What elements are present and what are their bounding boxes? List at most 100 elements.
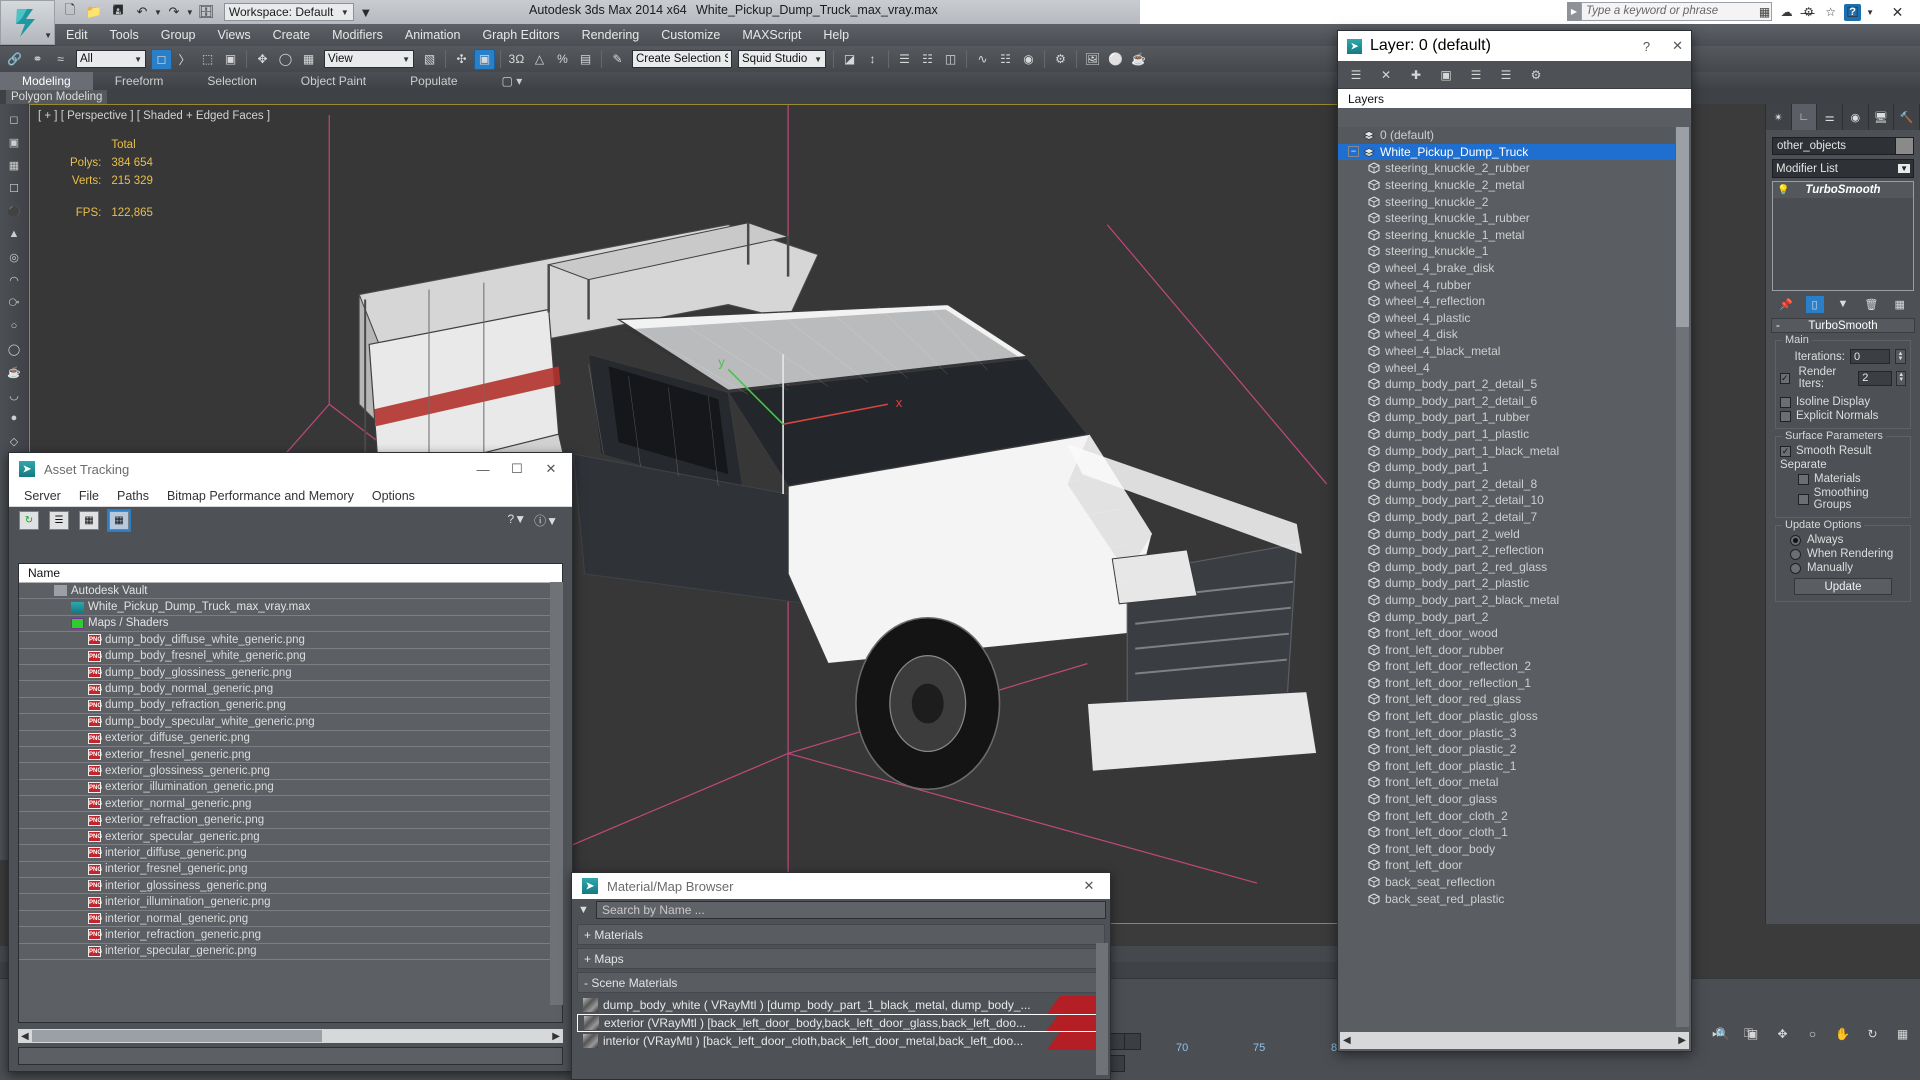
delete-layer-icon[interactable]: ✕ [1376, 65, 1396, 85]
snap-toggle-icon[interactable]: ✣ [451, 49, 472, 70]
turbosmooth-rollout-header[interactable]: - TurboSmooth [1771, 318, 1915, 333]
layer-object-row[interactable]: dump_body_part_1_black_metal [1338, 442, 1675, 459]
tool-helix-icon[interactable]: ⧂ [3, 292, 25, 314]
modifier-list-dropdown[interactable]: Modifier List ▼ [1772, 159, 1914, 178]
modifier-stack-item-turbosmooth[interactable]: 💡 TurboSmooth [1773, 182, 1913, 198]
make-unique-icon[interactable]: ▼ [1834, 296, 1852, 313]
zoom-extents-icon[interactable]: ✥ [1772, 1023, 1793, 1044]
show-end-result-icon[interactable]: ▯ [1805, 295, 1824, 313]
undo-dropdown-icon[interactable]: ▼ [154, 8, 162, 17]
layer-object-row[interactable]: wheel_4_disk [1338, 326, 1675, 343]
material-browser-options-icon[interactable]: ▼ [576, 903, 591, 918]
application-menu-button[interactable]: ▼ [0, 0, 55, 45]
iterations-field[interactable]: 0 [1850, 349, 1890, 364]
separate-smoothing-groups-checkbox[interactable] [1798, 493, 1809, 505]
tool-teapot-icon[interactable]: ☕ [3, 361, 25, 383]
orbit-icon[interactable]: ↻ [1862, 1023, 1883, 1044]
use-pivot-center-icon[interactable]: ▧ [419, 49, 440, 70]
layer-object-row[interactable]: dump_body_part_1_rubber [1338, 409, 1675, 426]
select-by-name-icon[interactable]: 〉 [174, 49, 195, 70]
select-and-move-icon[interactable]: ✥ [252, 49, 273, 70]
layer-explorer-scrollbar[interactable] [1676, 127, 1689, 1027]
asset-row[interactable]: PNG exterior_normal_generic.png [19, 796, 562, 813]
asset-row[interactable]: Maps / Shaders [19, 616, 562, 633]
update-when-rendering-radio[interactable] [1790, 548, 1801, 560]
tab-motion[interactable]: ◉ [1843, 104, 1869, 130]
add-layer-icon[interactable]: ✚ [1406, 65, 1426, 85]
smooth-result-checkbox[interactable]: ✓ [1780, 445, 1791, 457]
tool-cylinder-icon[interactable]: ◻ [3, 108, 25, 130]
rollout-collapse-icon[interactable]: - [1776, 319, 1780, 333]
render-iterative-icon[interactable]: ☕ [1128, 49, 1149, 70]
remove-modifier-icon[interactable]: 🗑 [1862, 296, 1880, 313]
ribbon-toggle-icon[interactable]: ◫ [940, 49, 961, 70]
layer-explorer-title-bar[interactable]: ➤ Layer: 0 (default) ? ✕ [1338, 31, 1691, 61]
asset-tracking-window[interactable]: ➤ Asset Tracking — ☐ ✕ Server File Paths Bi… [8, 452, 573, 1072]
layer-object-row[interactable]: front_left_door_red_glass [1338, 691, 1675, 708]
tab-display[interactable]: 🖥 [1869, 104, 1895, 130]
tool-box-icon[interactable]: ☐ [3, 177, 25, 199]
mirror-icon[interactable]: ◪ [839, 49, 860, 70]
schematic-view-icon[interactable]: ☷ [995, 49, 1016, 70]
layer-object-row[interactable]: steering_knuckle_2_rubber [1338, 160, 1675, 177]
asset-tracking-close-button[interactable]: ✕ [534, 453, 568, 485]
separate-materials-checkbox[interactable] [1798, 473, 1809, 485]
layer-object-row[interactable]: dump_body_part_1 [1338, 459, 1675, 476]
layer-object-row[interactable]: steering_knuckle_2 [1338, 193, 1675, 210]
modifier-stack[interactable]: 💡 TurboSmooth [1772, 181, 1914, 291]
object-color-swatch[interactable] [1895, 137, 1914, 155]
layer-object-row[interactable]: front_left_door_plastic_1 [1338, 758, 1675, 775]
select-and-rotate-icon[interactable]: ◯ [275, 49, 296, 70]
workspace-selector[interactable]: Workspace: Default ▼ [223, 3, 354, 21]
percent-snap-icon[interactable]: 3Ω [506, 49, 527, 70]
named-selection-icon[interactable]: % [552, 49, 573, 70]
tool-torus-icon[interactable]: ◎ [3, 246, 25, 268]
layer-object-row[interactable]: dump_body_part_2_plastic [1338, 575, 1675, 592]
tool-cone-icon[interactable]: ▲ [3, 223, 25, 245]
layer-object-row[interactable]: front_left_door_plastic_gloss [1338, 708, 1675, 725]
layer-object-row[interactable]: front_left_door_plastic_3 [1338, 724, 1675, 741]
material-search-input[interactable]: Search by Name ... [596, 901, 1106, 919]
select-and-scale-icon[interactable]: ▦ [298, 49, 319, 70]
bind-space-warp-icon[interactable]: ≈ [50, 49, 71, 70]
layer-object-row[interactable]: dump_body_part_2_detail_10 [1338, 492, 1675, 509]
layer-row[interactable]: − White_Pickup_Dump_Truck [1338, 143, 1675, 161]
selection-filter-combo[interactable]: All ▼ [76, 50, 146, 68]
asset-row[interactable]: PNG interior_fresnel_generic.png [19, 862, 562, 879]
asset-row[interactable]: PNG dump_body_normal_generic.png [19, 681, 562, 698]
layer-object-row[interactable]: front_left_door_rubber [1338, 641, 1675, 658]
layer-object-row[interactable]: front_left_door_metal [1338, 774, 1675, 791]
asset-row-list[interactable]: Autodesk Vault White_Pickup_Dump_Truck_ma… [19, 583, 562, 960]
select-objects-in-layer-icon[interactable]: ☰ [1466, 65, 1486, 85]
layer-row[interactable]: 0 (default) [1338, 127, 1675, 144]
refresh-icon[interactable]: ↻ [19, 510, 39, 530]
grid-apps-icon[interactable]: ▦ [1756, 4, 1773, 21]
layer-object-row[interactable]: wheel_4_rubber [1338, 276, 1675, 293]
layer-object-row[interactable]: steering_knuckle_1_metal [1338, 227, 1675, 244]
layer-object-row[interactable]: front_left_door_reflection_2 [1338, 658, 1675, 675]
tab-utilities[interactable]: 🔨 [1894, 104, 1920, 130]
asset-row[interactable]: PNG interior_specular_generic.png [19, 944, 562, 960]
asset-vertical-scrollbar[interactable] [550, 582, 563, 1005]
render-frame-window-icon[interactable]: 🖼 [1082, 49, 1103, 70]
render-iters-checkbox[interactable]: ✓ [1780, 372, 1790, 384]
asset-row[interactable]: PNG exterior_glossiness_generic.png [19, 763, 562, 780]
render-iters-spinner[interactable]: ▲ ▼ [1896, 370, 1906, 386]
search-input[interactable]: Type a keyword or phrase [1581, 2, 1772, 21]
layer-object-row[interactable]: dump_body_part_1_plastic [1338, 426, 1675, 443]
highlight-selected-icon[interactable]: ☰ [1496, 65, 1516, 85]
asset-row[interactable]: PNG dump_body_fresnel_white_generic.png [19, 649, 562, 665]
curve-editor-icon[interactable]: ∿ [972, 49, 993, 70]
asset-scroll-left-icon[interactable]: ◀ [18, 1031, 29, 1042]
asset-row[interactable]: PNG dump_body_specular_white_generic.png [19, 714, 562, 731]
zoom-all-icon[interactable]: ▣ [1742, 1023, 1763, 1044]
asset-row[interactable]: PNG exterior_specular_generic.png [19, 829, 562, 846]
new-layer-icon[interactable]: ☰ [1346, 65, 1366, 85]
layer-object-row[interactable]: dump_body_part_2_detail_6 [1338, 393, 1675, 410]
layer-object-row[interactable]: wheel_4_reflection [1338, 293, 1675, 310]
menu-item-group[interactable]: Group [150, 24, 207, 46]
layer-object-row[interactable]: steering_knuckle_1_rubber [1338, 210, 1675, 227]
layer-scroll-thumb[interactable] [1676, 127, 1689, 327]
search-dropdown-icon[interactable]: ▶ [1567, 2, 1581, 21]
layer-object-row[interactable]: dump_body_part_2_red_glass [1338, 558, 1675, 575]
